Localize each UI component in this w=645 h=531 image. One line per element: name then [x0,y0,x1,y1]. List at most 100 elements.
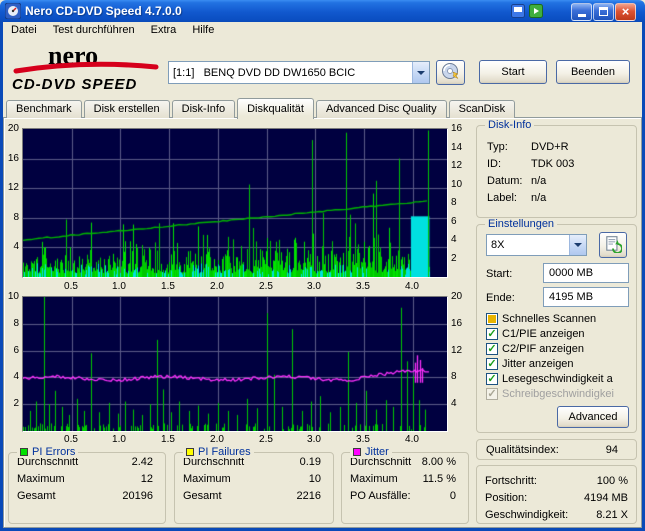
start-field[interactable]: 0000 MB [543,263,629,283]
disk-info-label: ID: [487,157,502,170]
axis-tick: 4 [451,234,457,245]
disc-icon [441,63,459,79]
end-field-label: Ende: [486,292,515,304]
checkbox-lesegeschwindigkeit-a[interactable]: ✓ Lesegeschwindigkeit a [486,371,634,386]
stat-box-title-text: PI Failures [198,446,251,458]
disk-info-label: Label: [487,191,517,204]
jitter-title: Jitter [350,446,392,458]
check-icon: ✓ [487,327,497,340]
progress-rows: Fortschritt: 100 % Position: 4194 MB Geschwi… [485,472,628,523]
checkbox-label: C1/PIE anzeigen [502,327,585,340]
stat-row: Gesamt 20196 [9,487,165,504]
axis-tick: 16 [451,318,463,329]
disk-info-label: Typ: [487,140,508,153]
checkbox-schreibgeschwindigkei[interactable]: ✓ Schreibgeschwindigkei [486,386,634,401]
drive-select-value: [1:1] BENQ DVD DD DW1650 BCIC [173,66,356,79]
stat-row: Maximum 10 [175,470,333,487]
disk-info-rows: Typ: DVD+R ID: TDK 003 Datum: n/a Label: n/a [487,138,630,206]
advanced-button[interactable]: Advanced [557,406,629,428]
pi-failures-jitter-chart [22,296,448,432]
drive-select[interactable]: [1:1] BENQ DVD DD DW1650 BCIC [168,61,430,84]
disk-info-group: Disk-Info Typ: DVD+R ID: TDK 003 Datum: n/a La… [476,119,637,218]
stat-row: PO Ausfälle: 0 [342,487,468,504]
stat-box-title-text: Jitter [365,446,389,458]
menu-hilfe[interactable]: Hilfe [184,22,222,38]
progress-value: 100 % [596,474,628,487]
axis-tick: 2.0 [210,434,224,445]
checkbox-label: Jitter anzeigen [502,357,574,370]
progress-label: Fortschritt: [485,474,537,487]
tab-benchmark[interactable]: Benchmark [6,100,82,118]
axis-tick: 2.0 [210,281,224,292]
close-button[interactable]: × [615,3,636,21]
progress-row: Fortschritt: 100 % [485,472,628,489]
tab-disk-info[interactable]: Disk-Info [171,100,236,118]
checkbox-c1-pie-anzeigen[interactable]: ✓ C1/PIE anzeigen [486,326,634,341]
tab-diskqualität[interactable]: Diskqualität [237,98,314,119]
titlebar: Nero CD-DVD Speed 4.7.0.0 × [0,0,645,22]
quit-button[interactable]: Beenden [556,60,630,84]
end-field[interactable]: 4195 MB [543,287,629,307]
stat-label: Maximum [17,472,65,485]
axis-tick: 8 [451,371,457,382]
checkbox-box-icon[interactable]: ✓ [486,342,498,355]
pi-failures-title: PI Failures [183,446,254,458]
chevron-down-icon[interactable] [412,62,429,83]
start-field-label: Start: [486,268,513,280]
close-icon: × [621,4,630,19]
pi-errors-title: PI Errors [17,446,79,458]
window-title: Nero CD-DVD Speed 4.7.0.0 [25,4,182,18]
stat-value: 8.00 % [421,455,456,468]
axis-tick: 20 [451,291,463,302]
checkbox-box-icon[interactable]: ✓ [486,327,498,340]
maximize-icon [599,7,608,16]
axis-tick: 3.0 [307,281,321,292]
menubar: Datei Test durchführen Extra Hilfe [3,22,642,40]
checkbox-box-icon[interactable]: ✓ [486,387,498,400]
burn-disc-button[interactable] [436,60,465,85]
axis-tick: 14 [451,142,463,153]
progress-row: Geschwindigkeit: 8.21 X [485,506,628,523]
minimize-button[interactable] [571,3,592,21]
axis-tick: 3.5 [356,281,370,292]
stat-value: 10 [308,472,321,485]
start-button[interactable]: Start [479,60,547,84]
check-icon: ✓ [487,342,497,355]
checkbox-schnelles-scannen[interactable]: Schnelles Scannen [486,311,634,326]
settings-group: Einstellungen 8X Start: 0000 MB Ende: 41… [476,218,637,433]
checkbox-jitter-anzeigen[interactable]: ✓ Jitter anzeigen [486,356,634,371]
pi-failures-box: PI Failures Durchschnitt 0.19 Maximum 10 Gesa… [174,446,334,524]
stat-label: Maximum [183,472,231,485]
check-icon: ✓ [487,357,497,370]
tab-disk-erstellen[interactable]: Disk erstellen [83,100,170,118]
refresh-disc-button[interactable] [599,232,627,258]
stat-box-title-text: PI Errors [32,446,76,458]
checkbox-partial-fill [488,314,496,323]
app-window: Nero CD-DVD Speed 4.7.0.0 × Datei Test du… [0,0,645,531]
checkbox-box-icon[interactable]: ✓ [486,357,498,370]
menu-datei[interactable]: Datei [3,22,45,38]
titlebar-badge-green-icon [529,4,543,18]
scan-speed-value: 8X [491,239,505,251]
axis-tick: 1.0 [112,281,126,292]
menu-test-durchführen[interactable]: Test durchführen [45,22,143,38]
axis-tick: 4.0 [405,281,419,292]
checkbox-c2-pif-anzeigen[interactable]: ✓ C2/PIF anzeigen [486,341,634,356]
pi-errors-box: PI Errors Durchschnitt 2.42 Maximum 12 Gesamt… [8,446,166,524]
stat-row: Gesamt 2216 [175,487,333,504]
checkbox-box-icon[interactable] [486,312,498,325]
quality-index-value: 94 [605,443,618,456]
tab-advanced-disc-quality[interactable]: Advanced Disc Quality [315,100,447,118]
checkbox-label: C2/PIF anzeigen [502,342,584,355]
tab-scandisk[interactable]: ScanDisk [448,100,516,118]
scan-speed-select[interactable]: 8X [486,234,587,256]
progress-row: Position: 4194 MB [485,489,628,506]
checkbox-box-icon[interactable]: ✓ [486,372,498,385]
maximize-button[interactable] [593,3,614,21]
axis-tick: 1.0 [112,434,126,445]
chevron-down-icon[interactable] [569,235,586,255]
progress-value: 8.21 X [596,508,628,521]
stat-value: 20196 [122,489,153,502]
menu-extra[interactable]: Extra [143,22,185,38]
stat-label: Gesamt [183,489,222,502]
